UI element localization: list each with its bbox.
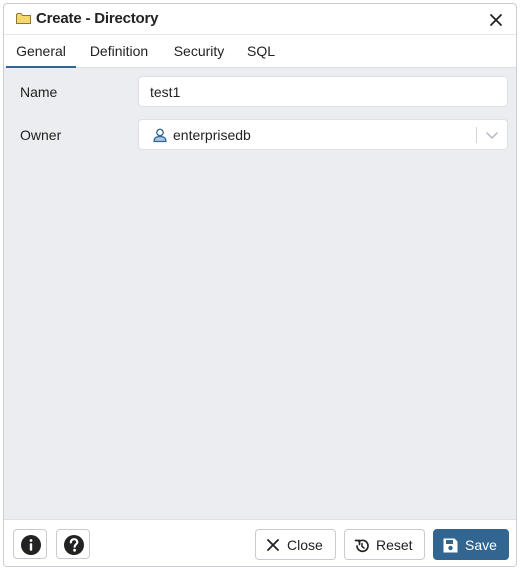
name-value: test1 (150, 84, 181, 100)
owner-label: Owner (20, 127, 62, 143)
folder-icon (16, 12, 31, 25)
user-icon (152, 127, 168, 143)
name-field[interactable]: test1 (138, 76, 508, 107)
close-icon[interactable] (486, 10, 506, 30)
reset-button-label: Reset (376, 537, 413, 553)
info-button[interactable] (13, 529, 47, 559)
tab-definition[interactable]: Definition (82, 35, 156, 68)
save-button[interactable]: Save (433, 529, 509, 560)
create-directory-dialog: Create - Directory General Definition Se… (3, 3, 517, 567)
tab-bar: General Definition Security SQL (4, 35, 516, 68)
chevron-down-icon[interactable] (485, 128, 499, 142)
reset-button[interactable]: Reset (344, 529, 425, 560)
help-button[interactable] (56, 529, 90, 559)
tab-general[interactable]: General (6, 35, 76, 68)
save-button-label: Save (465, 537, 497, 553)
owner-value: enterprisedb (173, 127, 251, 143)
dialog-title: Create - Directory (36, 10, 159, 27)
tab-sql[interactable]: SQL (242, 35, 280, 68)
close-button-label: Close (287, 537, 323, 553)
dialog-titlebar: Create - Directory (4, 4, 516, 35)
tab-security[interactable]: Security (166, 35, 232, 68)
dialog-footer: Close Reset Save (4, 519, 516, 566)
name-label: Name (20, 84, 58, 100)
close-button[interactable]: Close (255, 529, 336, 560)
select-separator (476, 127, 477, 143)
owner-select[interactable]: enterprisedb (138, 119, 508, 150)
